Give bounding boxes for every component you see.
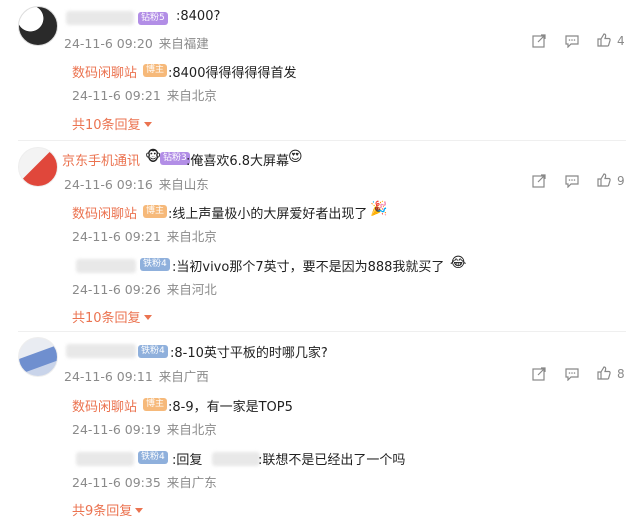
author-badge: 博主 [143, 205, 168, 218]
laughing-emoji-icon: 😂 [450, 255, 467, 271]
reply-meta: 24-11-6 09:19 来自北京 [72, 419, 217, 438]
comment-time: 24-11-6 09:16 [64, 177, 153, 192]
reply-author[interactable]: 数码闲聊站 [72, 62, 137, 81]
like-count: 9 [617, 174, 625, 188]
more-replies-link[interactable]: 共10条回复 [72, 114, 152, 133]
comment-location: 来自福建 [158, 36, 209, 51]
blurred-username [66, 11, 134, 25]
comment-location: 来自山东 [158, 177, 209, 192]
share-icon[interactable] [532, 367, 546, 381]
caret-down-icon [143, 315, 152, 320]
fan-badge: 铁粉4 [138, 451, 168, 464]
reply-time: 24-11-6 09:35 [72, 475, 161, 490]
reply-prefix: :回复 [172, 453, 203, 468]
reply-time: 24-11-6 09:26 [72, 282, 161, 297]
comment-icon[interactable] [565, 34, 579, 48]
share-icon[interactable] [532, 34, 546, 48]
more-replies-link[interactable]: 共9条回复 [72, 500, 144, 519]
reply-time: 24-11-6 09:19 [72, 422, 161, 437]
reply-location: 来自广东 [166, 475, 217, 490]
avatar[interactable] [18, 6, 58, 46]
reply-time: 24-11-6 09:21 [72, 229, 161, 244]
comment-time: 24-11-6 09:11 [64, 369, 153, 384]
comment-text: :俺喜欢6.8大屏幕 [186, 154, 290, 169]
divider [18, 331, 626, 332]
thumbs-up-icon[interactable] [597, 33, 611, 47]
divider [18, 140, 626, 141]
reply-meta: 24-11-6 09:35 来自广东 [72, 472, 217, 491]
more-replies-label: 共10条回复 [72, 311, 141, 326]
caret-down-icon [143, 122, 152, 127]
more-replies-label: 共9条回复 [72, 504, 133, 519]
author-badge: 博主 [143, 398, 168, 411]
heart-eyes-emoji-icon: 😍 [288, 149, 303, 165]
comment-location: 来自广西 [158, 369, 209, 384]
reply-meta: 24-11-6 09:21 来自北京 [72, 226, 217, 245]
reply-author[interactable]: 数码闲聊站 [72, 203, 137, 222]
avatar[interactable] [18, 337, 58, 377]
blurred-mention [212, 452, 260, 466]
comment-meta: 24-11-6 09:20 来自福建 [64, 33, 209, 52]
thumbs-up-icon[interactable] [597, 366, 611, 380]
reply-text: :线上声量极小的大屏爱好者出现了 [168, 207, 368, 222]
reply-meta: 24-11-6 09:26 来自河北 [72, 279, 217, 298]
reply-text: :联想不是已经出了一个吗 [258, 453, 406, 468]
comment-text: :8400? [176, 9, 221, 24]
comment-text: :8-10英寸平板的时哪几家? [170, 346, 328, 361]
fan-badge: 铁粉4 [140, 258, 170, 271]
reply-meta: 24-11-6 09:21 来自北京 [72, 85, 217, 104]
comment-icon[interactable] [565, 367, 579, 381]
blurred-username [76, 259, 136, 273]
reply-location: 来自北京 [166, 88, 217, 103]
share-icon[interactable] [532, 174, 546, 188]
like-count: 8 [617, 367, 625, 381]
blurred-username [66, 344, 136, 358]
reply-text: :8400得得得得得首发 [168, 66, 297, 81]
comment-time: 24-11-6 09:20 [64, 36, 153, 51]
comment-author[interactable]: 京东手机通讯 [62, 150, 140, 169]
emoji-icon: 🐵 [145, 149, 162, 165]
reply-location: 来自河北 [166, 282, 217, 297]
reply-text: :8-9，有一家是TOP5 [168, 400, 293, 415]
comment-meta: 24-11-6 09:16 来自山东 [64, 174, 209, 193]
reply-author[interactable]: 数码闲聊站 [72, 396, 137, 415]
caret-down-icon [135, 508, 144, 513]
more-replies-label: 共10条回复 [72, 118, 141, 133]
more-replies-link[interactable]: 共10条回复 [72, 307, 152, 326]
reply-text: :当初vivo那个7英寸，要不是因为888我就买了 [172, 260, 445, 275]
avatar[interactable] [18, 147, 58, 187]
reply-time: 24-11-6 09:21 [72, 88, 161, 103]
party-emoji-icon: 🎉 [370, 201, 388, 217]
fan-badge: 铁粉4 [138, 345, 168, 358]
fan-badge: 钻粉5 [138, 12, 168, 25]
reply-location: 来自北京 [166, 422, 217, 437]
reply-location: 来自北京 [166, 229, 217, 244]
author-badge: 博主 [143, 64, 168, 77]
comment-icon[interactable] [565, 174, 579, 188]
like-count: 4 [617, 34, 625, 48]
comment-meta: 24-11-6 09:11 来自广西 [64, 366, 209, 385]
thumbs-up-icon[interactable] [597, 173, 611, 187]
blurred-username [76, 452, 134, 466]
